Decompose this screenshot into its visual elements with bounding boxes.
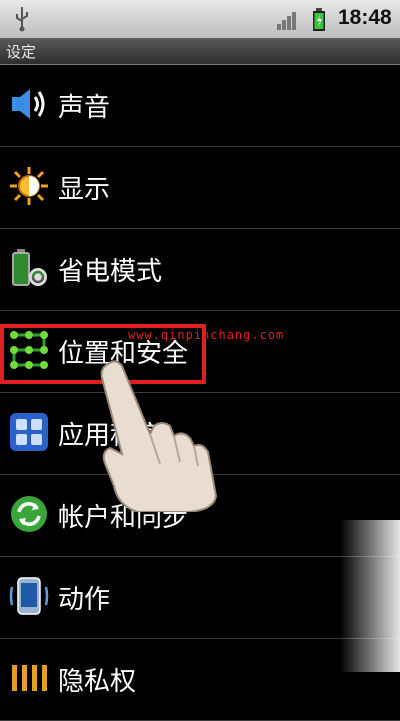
settings-item-sound[interactable]: 声音 <box>0 65 400 147</box>
battery-icon <box>313 8 325 31</box>
brightness-icon <box>10 167 48 205</box>
settings-item-label: 声音 <box>58 93 111 123</box>
settings-item-display[interactable]: 显示 <box>0 147 400 229</box>
settings-item-label: 显示 <box>58 175 111 205</box>
title-bar: 设定 <box>0 38 400 65</box>
settings-item-label: 隐私权 <box>58 667 137 697</box>
battery-recycle-icon <box>12 249 47 286</box>
usb-icon <box>16 7 28 32</box>
settings-item-label: 动作 <box>58 585 111 615</box>
speaker-icon <box>12 89 45 119</box>
settings-item-label: 省电模式 <box>58 257 163 287</box>
settings-item-power-saving[interactable]: 省电模式 <box>0 229 400 311</box>
status-bar: 18:48 <box>0 0 400 38</box>
watermark: www.qinpinchang.com <box>128 328 285 342</box>
bottom-right-fade <box>340 520 400 672</box>
phone-motion-icon <box>9 577 49 615</box>
sync-icon <box>11 496 47 532</box>
privacy-icon <box>12 665 47 691</box>
pointing-hand-icon <box>100 360 218 512</box>
clock: 18:48 <box>338 6 392 29</box>
apps-grid-icon <box>10 413 48 451</box>
page-title: 设定 <box>6 43 37 61</box>
signal-icon <box>277 12 296 30</box>
